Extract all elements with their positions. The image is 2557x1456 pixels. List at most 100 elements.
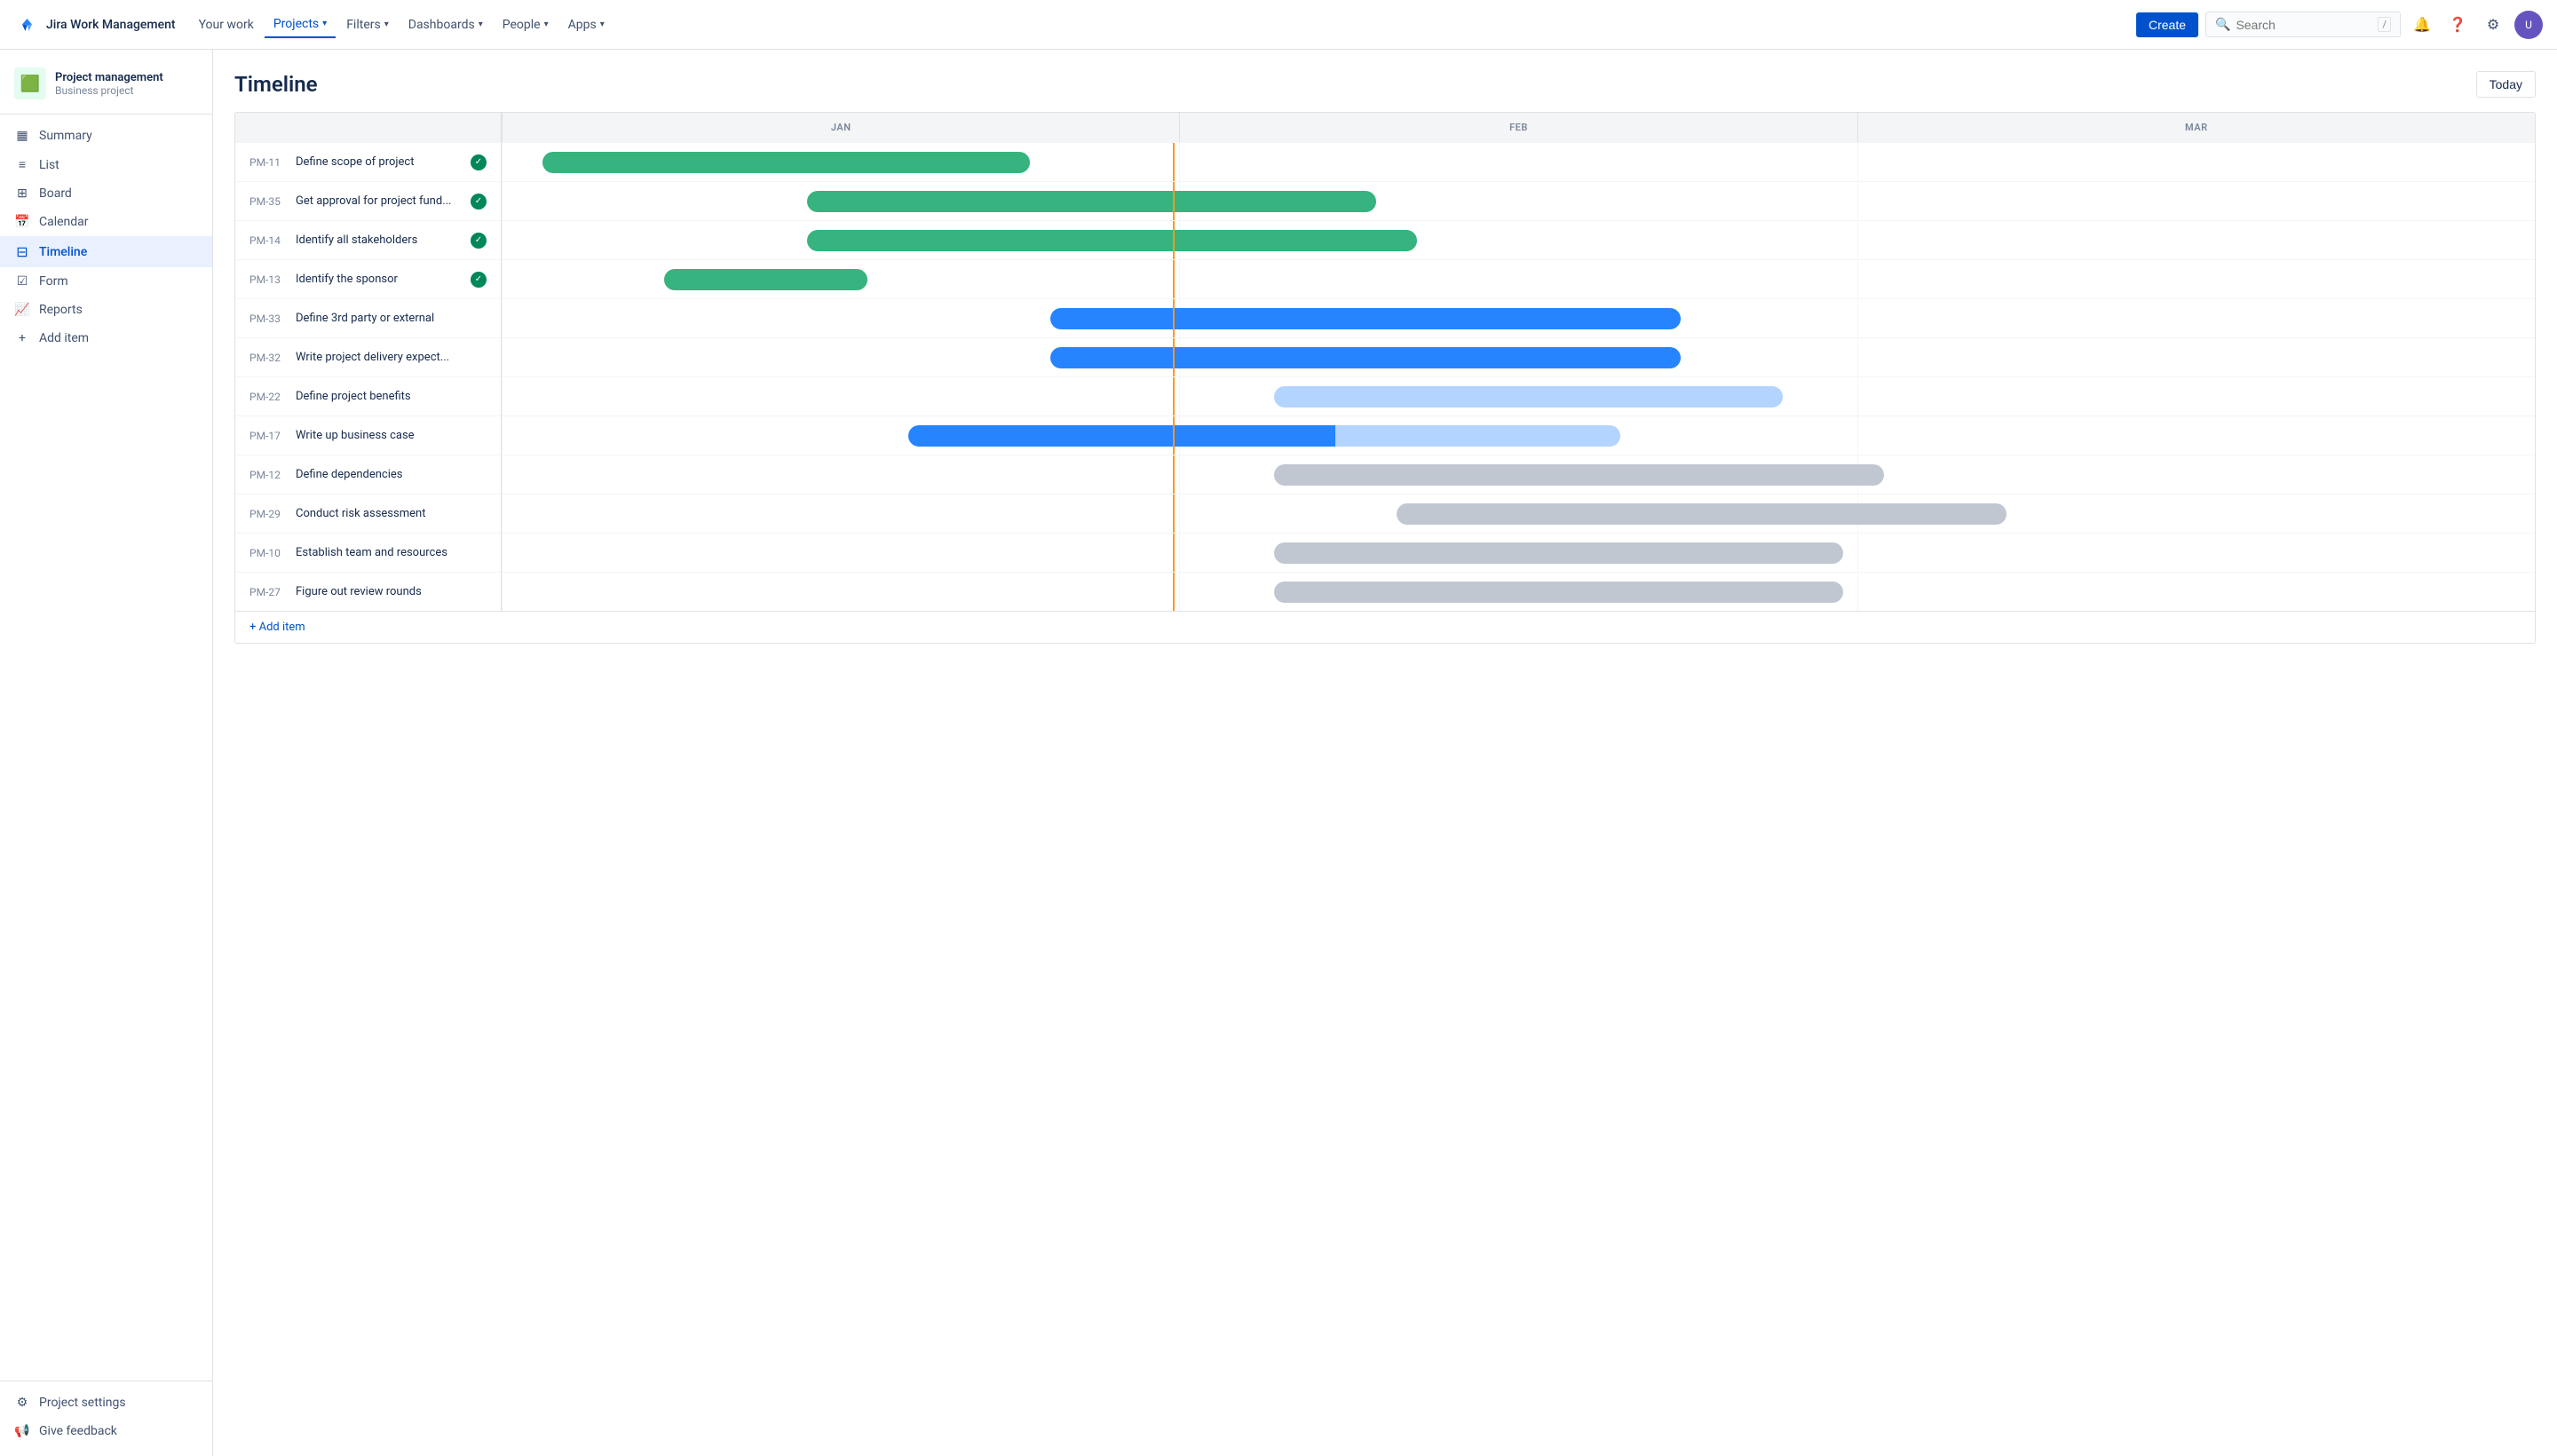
sidebar-label-timeline: Timeline — [39, 245, 87, 259]
reports-icon: 📈 — [14, 303, 30, 317]
user-avatar[interactable]: U — [2514, 11, 2543, 39]
search-shortcut: / — [2378, 17, 2391, 32]
gantt-bar[interactable] — [807, 191, 1376, 212]
gantt-bar[interactable] — [542, 152, 1031, 173]
app-logo[interactable]: Jira Work Management — [14, 12, 176, 37]
task-row-right-PM-11 — [502, 142, 2535, 181]
nav-people[interactable]: People ▾ — [494, 12, 558, 37]
task-row-left-PM-13[interactable]: PM-13Identify the sponsor✓ — [235, 259, 502, 298]
nav-your-work[interactable]: Your work — [190, 12, 263, 37]
task-id: PM-29 — [249, 508, 289, 520]
gantt-bar[interactable] — [1050, 308, 1681, 329]
notifications-button[interactable]: 🔔 — [2408, 11, 2436, 39]
task-done-check: ✓ — [471, 272, 487, 288]
sidebar-bottom: ⚙ Project settings 📢 Give feedback — [0, 1381, 212, 1445]
sidebar-label-summary: Summary — [39, 129, 92, 143]
task-name: Establish team and resources — [296, 546, 487, 559]
sidebar-label-calendar: Calendar — [39, 215, 89, 229]
project-type: Business project — [55, 84, 163, 97]
task-row-left-PM-33[interactable]: PM-33Define 3rd party or external — [235, 298, 502, 337]
task-row-right-PM-12 — [502, 455, 2535, 494]
nav-filters[interactable]: Filters ▾ — [337, 12, 398, 37]
task-id: PM-14 — [249, 234, 289, 247]
task-row-left-PM-12[interactable]: PM-12Define dependencies — [235, 455, 502, 494]
sidebar-item-list[interactable]: ≡ List — [0, 150, 212, 179]
today-line — [1173, 573, 1175, 611]
board-icon: ⊞ — [14, 186, 30, 201]
sidebar-item-reports[interactable]: 📈 Reports — [0, 296, 212, 324]
task-done-check: ✓ — [471, 194, 487, 210]
today-line — [1173, 260, 1175, 298]
create-button[interactable]: Create — [2136, 12, 2198, 37]
topnav-right: Create 🔍 / 🔔 ❓ ⚙ U — [2136, 11, 2543, 39]
project-name: Project management — [55, 71, 163, 84]
task-row-left-PM-10[interactable]: PM-10Establish team and resources — [235, 533, 502, 572]
task-id: PM-13 — [249, 273, 289, 286]
search-box[interactable]: 🔍 / — [2205, 12, 2401, 37]
app-logo-icon — [14, 12, 39, 37]
task-row-left-PM-27[interactable]: PM-27Figure out review rounds — [235, 572, 502, 611]
gantt-bar[interactable] — [1274, 464, 1884, 486]
project-details: Project management Business project — [55, 71, 163, 97]
task-row-right-PM-22 — [502, 376, 2535, 415]
table-row: PM-12Define dependencies — [235, 455, 2535, 494]
search-input[interactable] — [2236, 18, 2372, 32]
main-navigation: Your work Projects ▾ Filters ▾ Dashboard… — [190, 12, 614, 38]
sidebar-item-project-settings[interactable]: ⚙ Project settings — [0, 1389, 212, 1417]
task-row-right-PM-35 — [502, 181, 2535, 220]
gantt-bar[interactable] — [1274, 386, 1783, 408]
gantt-bar[interactable] — [1050, 347, 1681, 368]
today-line — [1173, 182, 1175, 220]
task-id: PM-27 — [249, 586, 289, 598]
task-row-left-PM-11[interactable]: PM-11Define scope of project✓ — [235, 142, 502, 181]
settings-button[interactable]: ⚙ — [2479, 11, 2507, 39]
table-row: PM-10Establish team and resources — [235, 533, 2535, 572]
gantt-bar[interactable] — [1274, 582, 1843, 603]
sidebar-item-add-item[interactable]: + Add item — [0, 324, 212, 352]
task-id: PM-11 — [249, 156, 289, 169]
add-item-row[interactable]: + Add item — [235, 611, 2535, 643]
sidebar-item-summary[interactable]: ▦ Summary — [0, 122, 212, 150]
gantt-bar[interactable] — [1274, 542, 1843, 564]
task-id: PM-12 — [249, 469, 289, 481]
task-row-right-PM-17 — [502, 415, 2535, 455]
summary-icon: ▦ — [14, 129, 30, 143]
task-row-left-PM-35[interactable]: PM-35Get approval for project fund...✓ — [235, 181, 502, 220]
task-name: Identify all stakeholders — [296, 233, 463, 247]
nav-apps[interactable]: Apps ▾ — [559, 12, 614, 37]
task-row-right-PM-10 — [502, 533, 2535, 572]
task-name: Write up business case — [296, 429, 487, 442]
task-row-left-PM-32[interactable]: PM-32Write project delivery expect... — [235, 337, 502, 376]
task-rows: PM-11Define scope of project✓PM-35Get ap… — [235, 142, 2535, 611]
project-icon: 🟩 — [14, 67, 46, 99]
help-button[interactable]: ❓ — [2443, 11, 2472, 39]
task-row-left-PM-17[interactable]: PM-17 Write up business case — [235, 415, 502, 455]
project-settings-icon: ⚙ — [14, 1396, 30, 1410]
table-row: PM-22Define project benefits — [235, 376, 2535, 415]
task-id: PM-32 — [249, 352, 289, 364]
task-row-left-PM-29[interactable]: PM-29Conduct risk assessment — [235, 494, 502, 533]
sidebar-item-form[interactable]: ☑ Form — [0, 267, 212, 296]
table-row: PM-13Identify the sponsor✓ — [235, 259, 2535, 298]
task-row-left-PM-22[interactable]: PM-22Define project benefits — [235, 376, 502, 415]
task-id: PM-17 — [249, 430, 289, 442]
task-id: PM-33 — [249, 313, 289, 325]
today-button[interactable]: Today — [2476, 71, 2536, 98]
gantt-bar[interactable] — [807, 230, 1417, 251]
nav-projects[interactable]: Projects ▾ — [265, 12, 336, 38]
people-chevron-icon: ▾ — [544, 20, 549, 29]
today-line — [1173, 299, 1175, 337]
task-row-left-PM-14[interactable]: PM-14Identify all stakeholders✓ — [235, 220, 502, 259]
gantt-bar[interactable] — [908, 425, 1620, 447]
gantt-bar[interactable] — [664, 269, 867, 290]
nav-dashboards[interactable]: Dashboards ▾ — [400, 12, 492, 37]
gantt-bar[interactable] — [1397, 503, 2007, 525]
app-name: Jira Work Management — [46, 18, 176, 32]
add-item-icon: + — [14, 331, 30, 345]
sidebar-item-board[interactable]: ⊞ Board — [0, 179, 212, 208]
sidebar-item-calendar[interactable]: 📅 Calendar — [0, 208, 212, 236]
sidebar-spacer — [0, 352, 212, 1373]
sidebar-item-timeline[interactable]: ⊟ Timeline — [0, 236, 212, 267]
sidebar-item-give-feedback[interactable]: 📢 Give feedback — [0, 1417, 212, 1445]
dashboards-chevron-icon: ▾ — [479, 20, 483, 29]
